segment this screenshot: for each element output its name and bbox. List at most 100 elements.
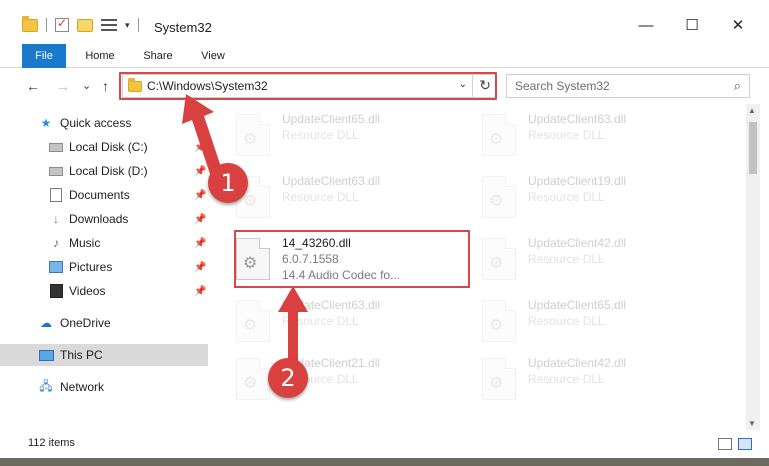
dll-file-icon: ⚙	[236, 238, 270, 280]
sidebar-item-downloads[interactable]: ↓ Downloads 📌	[0, 208, 208, 230]
dll-file-icon: ⚙	[236, 114, 270, 156]
file-item[interactable]: ⚙ UpdateClient63.dll Resource DLL	[210, 292, 450, 350]
file-name: UpdateClient63.dll	[282, 174, 381, 188]
file-description: Resource DLL	[528, 252, 605, 266]
folder-icon	[128, 78, 142, 92]
file-item[interactable]: ⚙ UpdateClient65.dll Resource DLL	[210, 106, 450, 164]
pin-icon[interactable]: 📌	[194, 166, 206, 177]
sidebar-item-label: Quick access	[60, 116, 132, 130]
window-title: System32	[154, 20, 212, 35]
sidebar-item-videos[interactable]: Videos 📌	[0, 280, 208, 302]
tab-view[interactable]: View	[190, 44, 236, 68]
quick-access-toolbar: ▾	[22, 15, 139, 32]
sidebar-item-label: Pictures	[69, 260, 113, 274]
sidebar-item-label: Local Disk (C:)	[69, 140, 148, 154]
file-item[interactable]: ⚙ UpdateClient21.dll Resource DLL	[210, 350, 450, 408]
back-button[interactable]: ←	[26, 78, 40, 94]
file-item[interactable]: ⚙ UpdateClient42.dll Resource DLL	[456, 230, 696, 288]
sidebar-item-local-disk-d[interactable]: Local Disk (D:) 📌	[0, 160, 208, 182]
dll-file-icon: ⚙	[236, 358, 270, 400]
details-view-icon[interactable]	[718, 438, 732, 450]
desktop-background	[0, 458, 769, 466]
downloads-icon: ↓	[53, 212, 59, 226]
pin-icon[interactable]: 📌	[194, 262, 206, 273]
navigation-pane: ★ Quick access Local Disk (C:) 📌 Local D…	[0, 104, 210, 430]
file-name: UpdateClient42.dll	[528, 236, 627, 250]
sidebar-item-label: This PC	[60, 348, 103, 362]
close-button[interactable]: ✕	[715, 10, 761, 40]
address-bar[interactable]: C:\Windows\System32 ⌄ ↻	[122, 74, 496, 98]
star-icon: ★	[40, 116, 52, 130]
sidebar-item-network[interactable]: 🖧 Network	[0, 376, 208, 398]
minimize-button[interactable]: —	[623, 10, 669, 40]
documents-icon	[48, 188, 64, 202]
folder-icon[interactable]	[22, 15, 38, 32]
sidebar-item-label: Music	[69, 236, 101, 250]
file-name: UpdateClient65.dll	[282, 112, 381, 126]
file-description: Resource DLL	[528, 314, 605, 328]
properties-icon[interactable]	[55, 16, 69, 32]
sidebar-item-local-disk-c[interactable]: Local Disk (C:) 📌	[0, 136, 208, 158]
pin-icon[interactable]: 📌	[194, 190, 206, 201]
address-divider	[472, 75, 473, 97]
address-path[interactable]: C:\Windows\System32	[147, 79, 268, 93]
recent-locations-button[interactable]: ⌄	[82, 79, 91, 92]
sidebar-item-label: Downloads	[69, 212, 129, 226]
search-box[interactable]: Search System32 ⌕	[506, 74, 750, 98]
chevron-down-icon[interactable]: ⌄	[459, 79, 467, 90]
file-description: Resource DLL	[528, 372, 605, 386]
pin-icon[interactable]: 📌	[194, 286, 206, 297]
dll-file-icon: ⚙	[482, 238, 516, 280]
network-icon: 🖧	[39, 378, 53, 393]
scroll-thumb[interactable]	[749, 122, 757, 174]
dll-file-icon: ⚙	[236, 300, 270, 342]
file-item-14-43260[interactable]: ⚙ 14_43260.dll 6.0.7.1558 14.4 Audio Cod…	[210, 230, 450, 288]
new-folder-icon[interactable]	[77, 18, 93, 32]
videos-icon	[48, 284, 64, 298]
file-description: Resource DLL	[282, 190, 359, 204]
sidebar-item-documents[interactable]: Documents 📌	[0, 184, 208, 206]
sidebar-item-label: Videos	[69, 284, 106, 298]
file-name: UpdateClient65.dll	[528, 298, 627, 312]
drive-icon	[48, 140, 64, 154]
sidebar-item-label: Network	[60, 380, 105, 394]
forward-button[interactable]: →	[56, 78, 70, 94]
file-description: Resource DLL	[528, 190, 605, 204]
file-item[interactable]: ⚙ UpdateClient42.dll Resource DLL	[456, 350, 696, 408]
vertical-scrollbar[interactable]: ▲ ▼	[746, 104, 760, 430]
status-bar: 112 items	[0, 430, 769, 458]
computer-icon	[38, 348, 54, 362]
search-input[interactable]: Search System32	[515, 79, 610, 93]
pictures-icon	[48, 260, 64, 274]
file-name: UpdateClient63.dll	[528, 112, 627, 126]
customize-toolbar-icon[interactable]	[101, 19, 117, 31]
tab-home[interactable]: Home	[74, 44, 126, 68]
file-item[interactable]: ⚙ UpdateClient19.dll Resource DLL	[456, 168, 696, 226]
maximize-button[interactable]: ☐	[669, 10, 715, 40]
scroll-down-icon[interactable]: ▼	[748, 419, 756, 428]
tab-file[interactable]: File	[22, 44, 66, 68]
up-button[interactable]: ↑	[102, 78, 109, 94]
large-icons-view-icon[interactable]	[738, 438, 752, 450]
refresh-icon[interactable]: ↻	[479, 77, 491, 94]
sidebar-item-quick-access[interactable]: ★ Quick access	[0, 112, 208, 134]
sidebar-item-this-pc[interactable]: This PC	[0, 344, 208, 366]
file-item[interactable]: ⚙ UpdateClient63.dll Resource DLL	[456, 106, 696, 164]
file-name: UpdateClient19.dll	[528, 174, 627, 188]
file-description: Resource DLL	[528, 128, 605, 142]
toolbar-separator	[137, 18, 139, 32]
pin-icon[interactable]: 📌	[194, 142, 206, 153]
dll-file-icon: ⚙	[482, 176, 516, 218]
pin-icon[interactable]: 📌	[194, 214, 206, 225]
scroll-up-icon[interactable]: ▲	[748, 106, 756, 115]
dll-file-icon: ⚙	[482, 114, 516, 156]
toolbar-dropdown-icon[interactable]: ▾	[125, 20, 130, 31]
sidebar-item-onedrive[interactable]: ☁ OneDrive	[0, 312, 208, 334]
search-icon[interactable]: ⌕	[734, 78, 741, 94]
file-item[interactable]: ⚙ UpdateClient65.dll Resource DLL	[456, 292, 696, 350]
sidebar-item-pictures[interactable]: Pictures 📌	[0, 256, 208, 278]
tab-share[interactable]: Share	[134, 44, 182, 68]
sidebar-item-music[interactable]: ♪ Music 📌	[0, 232, 208, 254]
pin-icon[interactable]: 📌	[194, 238, 206, 249]
file-description: 14.4 Audio Codec fo...	[282, 268, 401, 282]
